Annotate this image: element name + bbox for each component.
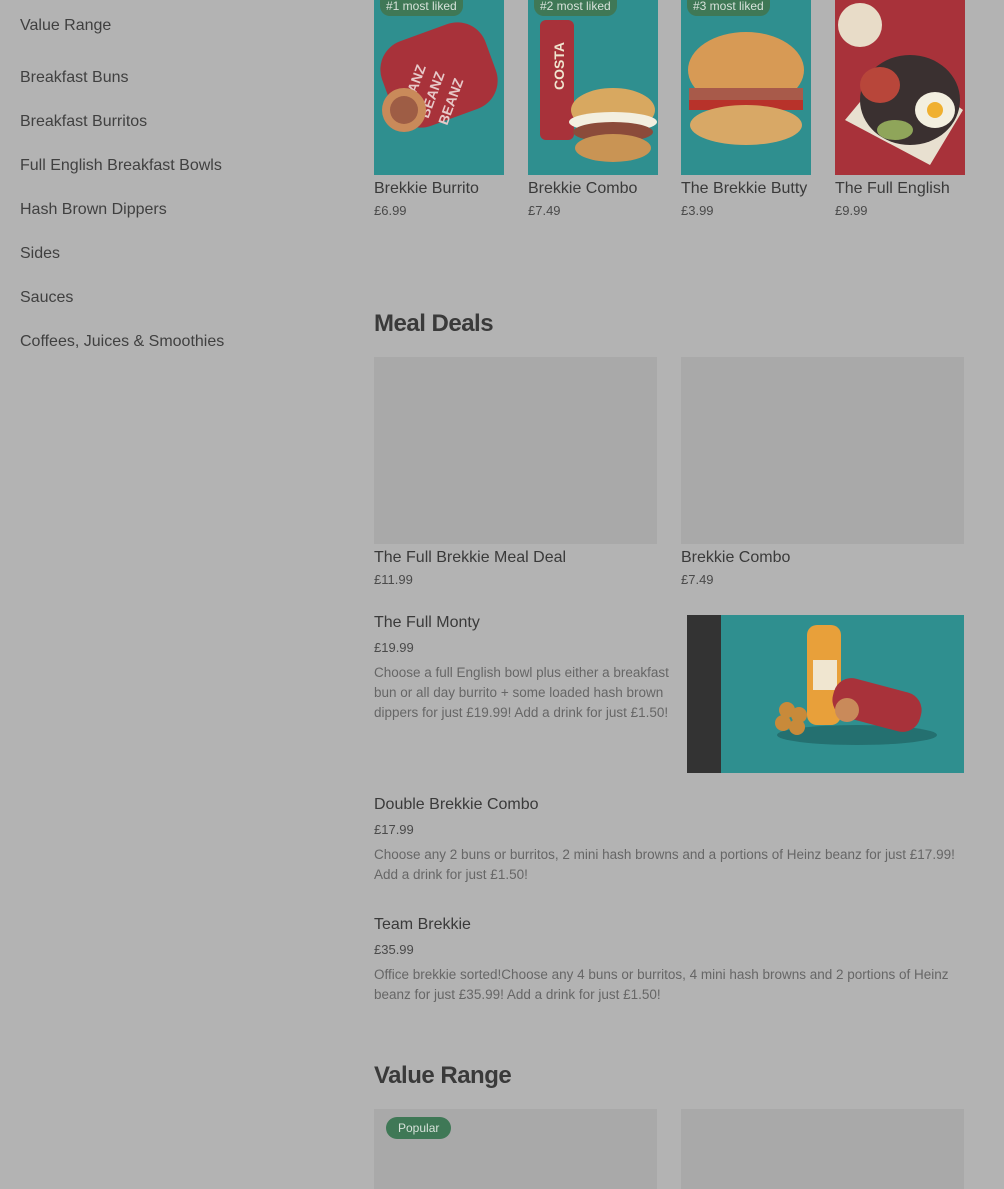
item-price: £7.49 [528, 203, 561, 218]
value-range-card[interactable] [681, 1109, 964, 1189]
most-liked-badge: #3 most liked [687, 0, 770, 16]
combo-illustration: COSTA [540, 20, 657, 162]
item-name: The Full Monty [374, 614, 480, 631]
item-description: Choose any 2 buns or burritos, 2 mini ha… [374, 847, 955, 882]
category-sidebar: Value Range Breakfast Buns Breakfast Bur… [20, 0, 340, 360]
item-name: Brekkie Combo [528, 180, 638, 197]
item-price: £11.99 [374, 572, 413, 587]
meal-deal-row[interactable]: The Full Monty £19.99 Choose a full Engl… [374, 614, 670, 723]
item-name: The Brekkie Butty [681, 180, 808, 197]
item-description: Choose a full English bowl plus either a… [374, 665, 669, 720]
section-title-meal-deals: Meal Deals [374, 310, 494, 337]
svg-text:COSTA: COSTA [551, 42, 567, 90]
sidebar-item-coffees-juices[interactable]: Coffees, Juices & Smoothies [20, 316, 340, 360]
meal-deal-card[interactable]: The Full Brekkie Meal Deal £11.99 [374, 357, 657, 587]
item-name: Team Brekkie [374, 916, 471, 933]
value-range-card[interactable]: Popular [374, 1109, 657, 1189]
menu-item-card[interactable]: BEANZ BEANZ BEANZ #1 most liked Brekkie Bu… [374, 0, 504, 218]
popular-badge: Popular [386, 1117, 452, 1139]
item-image: #3 most liked [681, 0, 811, 175]
menu-item-card[interactable]: #3 most liked The Brekkie Butty £3.99 [681, 0, 811, 218]
meal-deal-card[interactable]: Brekkie Combo £7.49 [681, 357, 964, 587]
menu-item-card[interactable]: The Full English £9.99 [835, 0, 965, 218]
item-image [835, 0, 965, 175]
image-dark-strip [687, 615, 721, 773]
item-price: £35.99 [374, 942, 414, 957]
full-monty-illustration [775, 625, 937, 745]
item-name: Brekkie Combo [681, 549, 791, 566]
item-name: Double Brekkie Combo [374, 796, 539, 813]
item-price: £6.99 [374, 203, 407, 218]
section-title-value-range: Value Range [374, 1062, 512, 1089]
butty-illustration [688, 32, 804, 145]
item-name: The Full English [835, 180, 950, 197]
sidebar-item-breakfast-buns[interactable]: Breakfast Buns [20, 52, 340, 96]
item-image: BEANZ BEANZ BEANZ #1 most liked [374, 0, 504, 175]
item-image: COSTA #2 most liked [528, 0, 658, 175]
meal-deal-row[interactable]: Team Brekkie £35.99 Office brekkie sorte… [374, 916, 964, 1005]
item-price: £19.99 [374, 640, 414, 655]
most-liked-badge: #2 most liked [534, 0, 617, 16]
full-monty-image [687, 615, 964, 773]
burrito-illustration: BEANZBEANZBEANZ [380, 22, 498, 132]
sidebar-item-sides[interactable]: Sides [20, 228, 340, 272]
item-name: Brekkie Burrito [374, 180, 479, 197]
sidebar-item-full-english-bowls[interactable]: Full English Breakfast Bowls [20, 140, 340, 184]
item-price: £3.99 [681, 203, 714, 218]
item-image-placeholder [374, 357, 657, 544]
sidebar-item-value-range[interactable]: Value Range [20, 0, 340, 52]
sidebar-item-hash-brown-dippers[interactable]: Hash Brown Dippers [20, 184, 340, 228]
meal-deal-row[interactable]: Double Brekkie Combo £17.99 Choose any 2… [374, 796, 964, 885]
full-english-illustration [838, 3, 963, 165]
item-price: £7.49 [681, 572, 714, 587]
sidebar-item-breakfast-burritos[interactable]: Breakfast Burritos [20, 96, 340, 140]
item-image-placeholder [681, 357, 964, 544]
most-liked-badge: #1 most liked [380, 0, 463, 16]
item-price: £9.99 [835, 203, 868, 218]
item-price: £17.99 [374, 822, 414, 837]
item-name: The Full Brekkie Meal Deal [374, 549, 567, 566]
menu-item-card[interactable]: COSTA #2 most liked Brekkie Combo £7.49 [528, 0, 658, 218]
sidebar-item-sauces[interactable]: Sauces [20, 272, 340, 316]
item-description: Office brekkie sorted!Choose any 4 buns … [374, 967, 949, 1002]
